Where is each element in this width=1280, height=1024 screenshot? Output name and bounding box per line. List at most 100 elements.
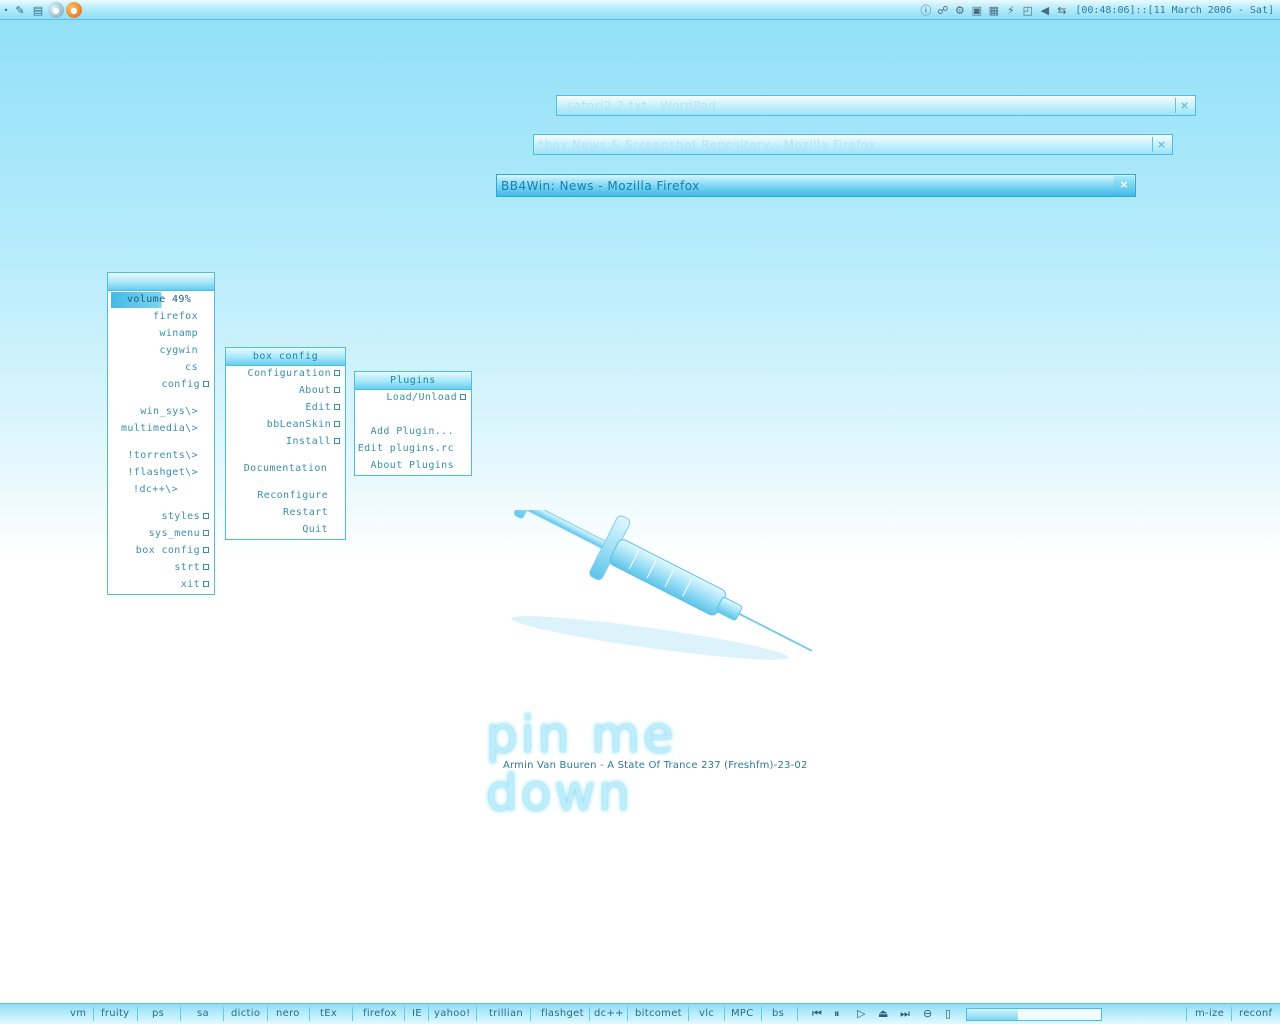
previous-icon[interactable]: ⏮ [812,1007,822,1021]
plugins-menu-title: Plugins [355,372,471,390]
pencil-icon[interactable]: ✎ [12,2,28,18]
menu-item-bbleanskin[interactable]: bbLeanSkin [267,417,340,433]
speaker-icon[interactable]: ◀ [1037,3,1052,18]
menu-item-edit[interactable]: Edit [305,400,340,416]
m-ize-button[interactable]: m-ize [1195,1008,1224,1019]
globe-icon[interactable]: ● [48,2,64,18]
network-icon[interactable]: ☍ [935,3,950,18]
menu-item-firefox[interactable]: firefox [153,309,198,325]
menu-item-restart[interactable]: Restart [283,505,328,521]
media-progress-bar[interactable] [966,1008,1102,1021]
menu-item-xit[interactable]: xit [181,577,209,593]
task-nero[interactable]: nero [276,1008,300,1019]
syringe-illustration [511,510,813,660]
window-title-label: satori2.2.txt - WordPad [567,99,717,113]
firefox-icon[interactable]: ● [66,2,82,18]
menu-item-config[interactable]: config [161,377,209,393]
task-ps[interactable]: ps [152,1008,164,1019]
separator [223,1007,224,1021]
stop-icon[interactable]: ▯ [945,1007,951,1020]
menu-item-dcpp[interactable]: !dc++\> [133,482,178,498]
repeat-icon[interactable]: ⊖ [923,1007,932,1020]
submenu-marker-icon [334,438,340,444]
notepad-icon[interactable]: ▤ [30,2,46,18]
task-ie[interactable]: IE [412,1008,422,1019]
menu-item-strt[interactable]: strt [174,560,209,576]
plugins-menu: Plugins Load/Unload Add Plugin... Edit p… [354,371,472,476]
menu-item-label: Load/Unload [386,392,457,403]
menu-item-add-plugin[interactable]: Add Plugin... [371,424,454,440]
task-firefox[interactable]: firefox [363,1008,397,1019]
gear-icon[interactable]: ⚙ [952,3,967,18]
menu-item-styles[interactable]: styles [161,509,209,525]
separator [267,1007,268,1021]
task-vm[interactable]: vm [70,1008,86,1019]
menu-item-box-config[interactable]: box config [136,543,209,559]
separator [137,1007,138,1021]
lightning-icon[interactable]: ⚡ [1003,3,1018,18]
window-title-firefox-repository[interactable]: *box News & Screenshot Repository - Mozi… [533,134,1173,155]
menu-item-about[interactable]: About [299,383,340,399]
task-dcpp[interactable]: dc++ [594,1008,624,1019]
reconf-button[interactable]: reconf [1239,1008,1272,1019]
task-bitcomet[interactable]: bitcomet [635,1008,682,1019]
menu-item-flashget[interactable]: !flashget\> [127,465,198,481]
window-title-firefox-news[interactable]: BB4Win: News - Mozilla Firefox × [496,174,1136,197]
root-menu: volume 49% firefox winamp cygwin cs conf… [107,272,215,595]
separator [1186,1007,1187,1021]
separator [761,1007,762,1021]
menu-item-edit-plugins-rc[interactable]: Edit plugins.rc [358,441,454,457]
close-icon[interactable]: × [1152,137,1170,152]
menu-item-cygwin[interactable]: cygwin [159,343,198,359]
monitor-icon[interactable]: ◰ [1020,3,1035,18]
menu-item-sys-menu[interactable]: sys_menu [149,526,209,542]
close-icon[interactable]: × [1175,98,1193,113]
menu-item-label: xit [180,579,200,590]
task-trillian[interactable]: trillian [489,1008,523,1019]
menu-item-winamp[interactable]: winamp [159,326,198,342]
info-icon[interactable]: ⓘ [918,3,933,18]
window-title-wordpad[interactable]: satori2.2.txt - WordPad × [556,95,1196,116]
menu-item-reconfigure[interactable]: Reconfigure [257,488,328,504]
task-yahoo[interactable]: yahoo! [434,1008,470,1019]
menu-item-label: styles [161,511,200,522]
menu-item-multimedia[interactable]: multimedia\> [121,421,198,437]
menu-item-install[interactable]: Install [286,434,340,450]
menu-item-volume[interactable]: volume 49% [111,292,212,308]
eject-icon[interactable]: ⏏ [878,1007,888,1020]
play-icon[interactable]: ▷ [857,1007,865,1020]
menu-item-label: box config [135,545,200,556]
menu-item-load-unload[interactable]: Load/Unload [386,390,466,406]
display-icon[interactable]: ▦ [986,3,1001,18]
separator [404,1007,405,1021]
task-fruity[interactable]: fruity [101,1008,129,1019]
menu-item-about-plugins[interactable]: About Plugins [371,458,454,474]
window-title-label: *box News & Screenshot Repository - Mozi… [538,138,877,152]
separator [1231,1007,1232,1021]
printer-icon[interactable]: ▣ [969,3,984,18]
menu-item-cs[interactable]: cs [185,360,198,376]
task-sa[interactable]: sa [197,1008,209,1019]
menu-item-win-sys[interactable]: win_sys\> [140,404,198,420]
menu-item-documentation[interactable]: Documentation [226,461,345,477]
close-icon[interactable]: × [1114,176,1134,193]
menu-item-configuration[interactable]: Configuration [248,366,340,382]
submenu-marker-icon [203,581,209,587]
menu-item-torrents[interactable]: !torrents\> [127,448,198,464]
task-vlc[interactable]: vlc [699,1008,714,1019]
pause-icon[interactable]: ⏸ [834,1007,840,1021]
menu-item-quit[interactable]: Quit [302,522,328,538]
task-dictio[interactable]: dictio [231,1008,260,1019]
separator [688,1007,689,1021]
bottom-taskbar: vm fruity ps sa dictio nero tEx firefox … [0,1003,1280,1024]
task-bs[interactable]: bs [772,1008,784,1019]
task-tex[interactable]: tEx [320,1008,337,1019]
task-mpc[interactable]: MPC [731,1008,754,1019]
window-title-label: BB4Win: News - Mozilla Firefox [501,179,700,193]
transfer-icon[interactable]: ⇆ [1054,3,1069,18]
now-playing-text: Armin Van Buuren - A State Of Trance 237… [503,760,808,771]
dot-icon[interactable]: • [2,2,10,18]
menu-item-label: config [161,379,200,390]
task-flashget[interactable]: flashget [541,1008,584,1019]
next-icon[interactable]: ⏭ [900,1007,910,1021]
